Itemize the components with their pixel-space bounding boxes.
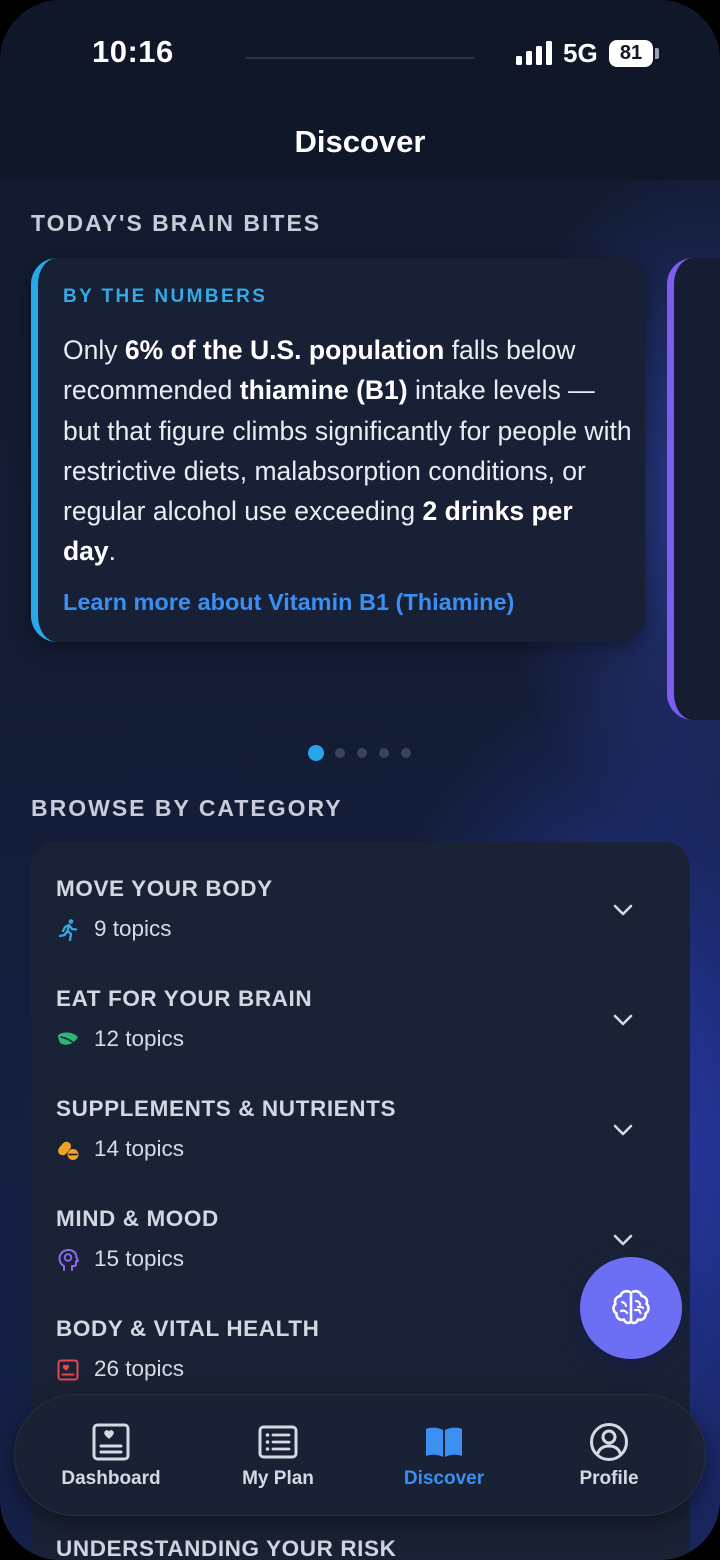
bite-text: Only [63,335,125,365]
bite-kicker: BY THE NUMBERS [63,286,268,307]
tab-profile[interactable]: Profile [539,1395,679,1517]
pills-icon [58,1141,79,1160]
category-eat-for-your-brain[interactable]: EAT FOR YOUR BRAIN 12 topics [31,952,690,1062]
category-count: 9 topics [94,916,172,941]
pagination-dot-active[interactable] [308,745,324,761]
signal-icon [516,41,552,65]
category-name: EAT FOR YOUR BRAIN [56,986,313,1011]
pagination-dot[interactable] [335,748,345,758]
bite-text: . [108,536,117,567]
battery-tip [655,48,659,59]
category-supplements-nutrients[interactable]: SUPPLEMENTS & NUTRIENTS 14 topics [31,1062,690,1172]
category-move-your-body[interactable]: MOVE YOUR BODY 9 topics [31,842,690,952]
next-brain-bite-card[interactable] [667,258,720,720]
tab-discover[interactable]: Discover [374,1395,514,1517]
tab-dashboard[interactable]: Dashboard [41,1395,181,1517]
category-mind-mood[interactable]: MIND & MOOD 15 topics [31,1172,690,1282]
head-brain-icon [58,1249,79,1271]
leaf-icon [58,1032,78,1045]
tab-label: Discover [403,1468,485,1489]
tab-label: My Plan [242,1468,314,1489]
running-icon [58,919,78,942]
chevron-down-icon[interactable] [611,1008,635,1032]
pagination-dot[interactable] [357,748,367,758]
top-bar: 10:16 5G 81 Discover [0,0,720,180]
brain-icon [612,1289,650,1325]
category-name: BODY & VITAL HEALTH [56,1316,320,1341]
profile-icon [590,1423,628,1461]
category-count: 15 topics [94,1246,185,1271]
pagination-dot[interactable] [401,748,411,758]
brain-bite-card[interactable]: BY THE NUMBERS Only 6% of the U.S. popul… [31,258,645,642]
tab-label: Dashboard [61,1468,161,1489]
chevron-down-icon[interactable] [611,898,635,922]
tab-my-plan[interactable]: My Plan [208,1395,348,1517]
list-icon [258,1425,298,1459]
category-name: MOVE YOUR BODY [56,876,273,901]
bottom-tab-bar: Dashboard My Plan Discover Profile [14,1394,706,1516]
page-title: Discover [294,124,426,159]
category-count: 26 topics [94,1356,185,1381]
learn-more-link[interactable]: Learn more about Vitamin B1 (Thiamine) [63,589,514,616]
category-name: SUPPLEMENTS & NUTRIENTS [56,1096,397,1121]
dashboard-icon [92,1423,130,1461]
book-icon [426,1427,462,1457]
dynamic-island-line [245,57,475,59]
heart-card-icon [57,1359,79,1381]
phone-screen: 10:16 5G 81 Discover TODAY'S BRAIN BITES… [0,0,720,1560]
network-label: 5G [563,38,598,68]
category-count: 14 topics [94,1136,185,1161]
status-time: 10:16 [92,34,174,69]
chevron-down-icon[interactable] [611,1228,635,1252]
tab-label: Profile [579,1468,639,1489]
battery-icon: 81 [609,40,653,67]
bite-highlight: thiamine (B1) [239,375,408,406]
browse-category-heading: BROWSE BY CATEGORY [31,795,343,821]
category-name: MIND & MOOD [56,1206,219,1231]
bite-highlight: 6% of the U.S. population [124,335,445,365]
category-count: 12 topics [94,1026,185,1051]
pagination-dot[interactable] [379,748,389,758]
category-name: UNDERSTANDING YOUR RISK [56,1536,397,1560]
bite-body: Only 6% of the U.S. population falls bel… [63,330,633,572]
chevron-down-icon[interactable] [611,1118,635,1142]
brain-assistant-button[interactable] [580,1257,682,1359]
brain-bites-heading: TODAY'S BRAIN BITES [31,210,322,236]
